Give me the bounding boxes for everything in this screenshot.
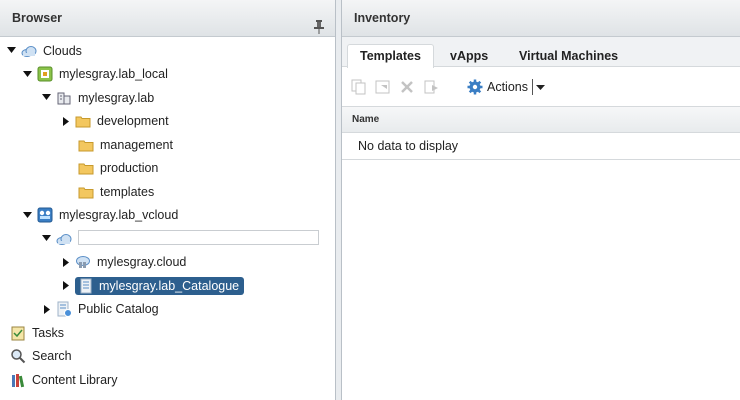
tree-node-lab-local[interactable]: mylesgray.lab_local	[0, 63, 335, 87]
folder-icon	[75, 113, 91, 129]
datacenter-icon	[56, 90, 72, 106]
tree-label-development: development	[97, 114, 169, 129]
tree-node-clouds[interactable]: Clouds	[0, 39, 335, 63]
tree-label-management: management	[100, 137, 173, 152]
actions-label: Actions	[487, 79, 528, 94]
tab-virtual-machines[interactable]: Virtual Machines	[507, 45, 630, 67]
browser-title: Browser	[12, 11, 63, 25]
tree-label-clouds: Clouds	[43, 43, 82, 58]
tree-node-cloud[interactable]: mylesgray.cloud	[0, 251, 335, 275]
move-icon[interactable]	[375, 79, 391, 95]
inventory-tree: Clouds mylesgray.lab_local mylesgray.lab…	[0, 37, 335, 392]
tree-label-lab-local: mylesgray.lab_local	[59, 67, 168, 82]
nav-label-tasks: Tasks	[32, 325, 64, 340]
tree-label-public-catalog: Public Catalog	[78, 302, 159, 317]
vcloud-director-icon	[37, 207, 53, 223]
inventory-title: Inventory	[354, 11, 411, 25]
expanded-arrow-icon[interactable]	[41, 92, 52, 103]
tree-node-catalogue[interactable]: mylesgray.lab_Catalogue	[0, 274, 335, 298]
vcenter-icon	[37, 66, 53, 82]
grid-column-name[interactable]: Name	[342, 107, 740, 133]
tree-node-lab-domain[interactable]: mylesgray.lab	[0, 86, 335, 110]
tree-node-production[interactable]: production	[0, 157, 335, 181]
tree-node-templates[interactable]: templates	[0, 180, 335, 204]
chevron-down-icon[interactable]	[536, 80, 545, 94]
actions-menu-button[interactable]: Actions	[467, 78, 545, 95]
nav-item-content-library[interactable]: Content Library	[0, 368, 335, 392]
nav-label-search: Search	[32, 349, 72, 364]
organization-name-field[interactable]	[78, 230, 319, 245]
cloud-icon	[21, 43, 37, 59]
tab-templates[interactable]: Templates	[347, 44, 434, 68]
cloud-icon	[56, 231, 72, 247]
tree-label-templates: templates	[100, 184, 155, 199]
inventory-header: Inventory	[342, 0, 740, 37]
nav-label-content-library: Content Library	[32, 372, 118, 387]
actions-separator	[532, 78, 533, 95]
tasks-icon	[10, 325, 26, 341]
expanded-arrow-icon[interactable]	[41, 233, 52, 244]
inventory-panel: Inventory Templates vApps Virtual Machin…	[341, 0, 740, 400]
folder-icon	[78, 160, 94, 176]
inventory-toolbar: Actions	[342, 67, 740, 107]
collapsed-arrow-icon[interactable]	[41, 304, 52, 315]
tree-label-lab-domain: mylesgray.lab	[78, 90, 155, 105]
expanded-arrow-icon[interactable]	[22, 210, 33, 221]
tree-label-cloud: mylesgray.cloud	[97, 255, 187, 270]
folder-icon	[78, 137, 94, 153]
nav-item-tasks[interactable]: Tasks	[0, 321, 335, 345]
tree-label-production: production	[100, 161, 159, 176]
pin-icon[interactable]	[313, 12, 325, 34]
tab-vapps[interactable]: vApps	[438, 45, 500, 67]
browser-panel: Browser Clouds mylesgray.lab_local myles…	[0, 0, 336, 400]
tree-node-public-catalog[interactable]: Public Catalog	[0, 298, 335, 322]
folder-icon	[78, 184, 94, 200]
expanded-arrow-icon[interactable]	[22, 69, 33, 80]
search-icon	[10, 348, 26, 364]
collapsed-arrow-icon[interactable]	[60, 116, 71, 127]
library-icon	[10, 372, 26, 388]
delete-icon[interactable]	[399, 79, 415, 95]
tree-node-management[interactable]: management	[0, 133, 335, 157]
tree-node-organization[interactable]	[0, 227, 335, 251]
copy-icon[interactable]	[351, 79, 367, 95]
tree-label-catalogue: mylesgray.lab_Catalogue	[99, 278, 240, 293]
gear-icon	[467, 79, 483, 95]
grid-empty-message: No data to display	[342, 133, 740, 160]
nav-item-search[interactable]: Search	[0, 345, 335, 369]
public-catalog-icon	[56, 301, 72, 318]
collapsed-arrow-icon[interactable]	[60, 257, 71, 268]
tree-node-lab-vcloud[interactable]: mylesgray.lab_vcloud	[0, 204, 335, 228]
collapsed-arrow-icon[interactable]	[60, 280, 71, 291]
browser-header: Browser	[0, 0, 335, 37]
inventory-tabs: Templates vApps Virtual Machines	[342, 37, 740, 68]
tree-node-development[interactable]: development	[0, 110, 335, 134]
virtual-datacenter-icon	[75, 254, 91, 270]
expanded-arrow-icon[interactable]	[6, 45, 17, 56]
catalog-icon	[78, 278, 94, 294]
export-icon[interactable]	[423, 79, 439, 95]
selected-node[interactable]: mylesgray.lab_Catalogue	[75, 276, 245, 295]
tree-label-lab-vcloud: mylesgray.lab_vcloud	[59, 208, 179, 223]
